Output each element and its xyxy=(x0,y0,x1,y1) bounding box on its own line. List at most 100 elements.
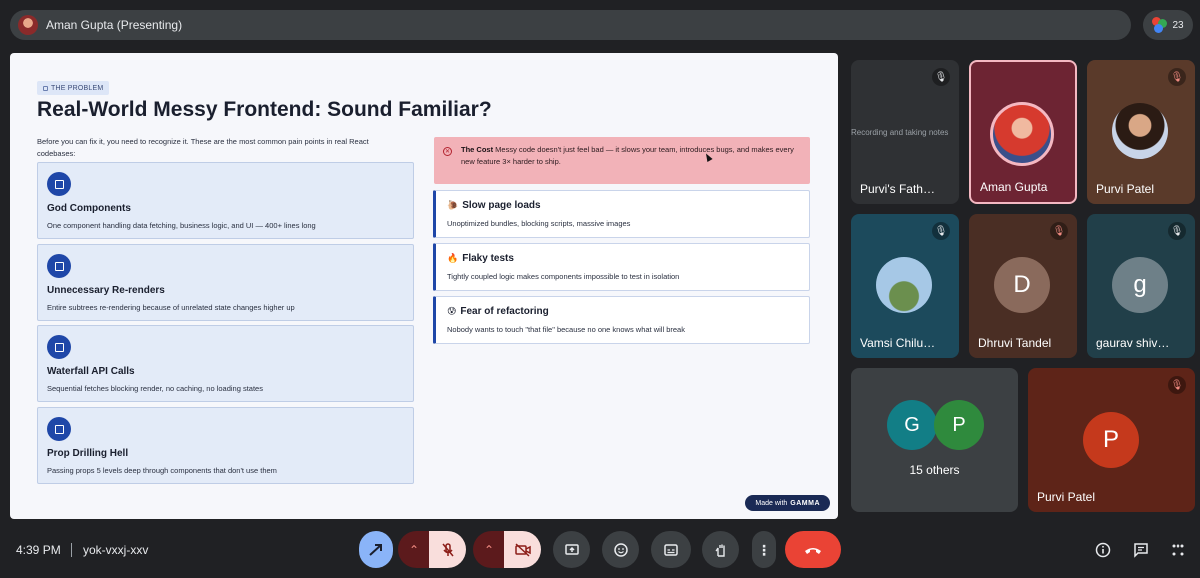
card-title: Unnecessary Re-renders xyxy=(47,285,165,296)
participant-name: Aman Gupta xyxy=(980,180,1048,194)
clock: 4:39 PM xyxy=(16,543,61,557)
participant-name: Purvi's Fath… xyxy=(860,182,935,196)
pain-desc: Nobody wants to touch "that file" becaus… xyxy=(447,325,685,334)
card-title: Waterfall API Calls xyxy=(47,366,135,377)
avatar xyxy=(1112,103,1168,159)
participant-name: gaurav shiv… xyxy=(1096,336,1170,350)
avatar: G xyxy=(887,400,937,450)
pain-point: 🐌 Slow page loads Unoptimized bundles, bl… xyxy=(433,190,810,238)
slide-intro: Before you can fix it, you need to recog… xyxy=(37,137,369,158)
captions-icon xyxy=(664,543,678,556)
emoji-icon xyxy=(613,542,628,557)
chat-icon xyxy=(1134,543,1148,558)
mic-toggle-button[interactable] xyxy=(429,531,466,568)
pain-title: Flaky tests xyxy=(462,253,514,264)
participant-tile-purvi-father[interactable]: 🎙 Recording and taking notes Purvi's Fat… xyxy=(851,60,959,204)
made-with-badge[interactable]: Made with GAMMA xyxy=(745,495,830,511)
mic-off-icon: 🎙 xyxy=(932,68,950,86)
participants-button[interactable]: 23 xyxy=(1143,10,1193,40)
presenter-bar[interactable]: Aman Gupta (Presenting) xyxy=(10,10,1131,40)
pain-card: Unnecessary Re-renders Entire subtrees r… xyxy=(37,244,414,321)
pain-title: Fear of refactoring xyxy=(460,306,549,317)
activities-button[interactable] xyxy=(1166,538,1190,562)
participant-tile-gaurav[interactable]: 🎙 g gaurav shiv… xyxy=(1087,214,1195,358)
slide-tag: THE PROBLEM xyxy=(37,81,110,95)
meeting-details-button[interactable] xyxy=(1091,538,1115,562)
participant-name: Vamsi Chilu… xyxy=(860,336,936,350)
tag-icon xyxy=(43,85,48,91)
callout-strong: The Cost xyxy=(461,145,494,154)
present-screen-icon xyxy=(564,543,579,555)
reactions-button[interactable] xyxy=(602,531,639,568)
mic-off-icon: 🎙 xyxy=(1168,376,1186,394)
pain-card: God Components One component handling da… xyxy=(37,162,414,239)
pain-desc: Unoptimized bundles, blocking scripts, m… xyxy=(447,219,631,228)
participant-tile-purvi-patel[interactable]: 🎙 Purvi Patel xyxy=(1087,60,1195,204)
card-icon xyxy=(47,254,71,278)
avatar xyxy=(990,102,1054,166)
anxious-face-icon: 😰 xyxy=(447,306,457,316)
screen-share-preview: Recording and taking notes xyxy=(851,128,949,137)
chevron-up-icon: ⌃ xyxy=(483,542,495,557)
camera-options-caret[interactable]: ⌃ xyxy=(473,531,505,568)
pain-card: Waterfall API Calls Sequential fetches b… xyxy=(37,325,414,402)
pain-title: Slow page loads xyxy=(462,200,541,211)
chat-button[interactable] xyxy=(1129,538,1153,562)
snail-icon: 🐌 xyxy=(447,200,459,210)
participants-count: 23 xyxy=(1172,19,1184,31)
presenter-avatar xyxy=(18,15,38,35)
participant-name: Purvi Patel xyxy=(1096,182,1155,196)
avatar xyxy=(876,257,932,313)
card-icon xyxy=(47,335,71,359)
card-desc: Entire subtrees re-rendering because of … xyxy=(47,303,295,312)
mic-off-icon: 🎙 xyxy=(1168,68,1186,86)
mic-off-icon: 🎙 xyxy=(932,222,950,240)
participant-tile-aman[interactable]: Aman Gupta xyxy=(969,60,1077,204)
participant-tile-dhruvi[interactable]: 🎙 D Dhruvi Tandel xyxy=(969,214,1077,358)
captions-button[interactable] xyxy=(651,531,691,568)
raise-hand-button[interactable] xyxy=(702,531,739,568)
presenter-label: Aman Gupta (Presenting) xyxy=(46,18,183,32)
mic-off-icon: 🎙 xyxy=(1050,222,1068,240)
avatar: D xyxy=(994,257,1050,313)
more-vert-icon: ⋮ xyxy=(757,541,771,558)
avatar: P xyxy=(934,400,984,450)
gamma-logo: GAMMA xyxy=(790,499,820,507)
divider xyxy=(71,543,72,557)
card-title: God Components xyxy=(47,203,131,214)
others-tile[interactable]: G P 15 others xyxy=(851,368,1018,512)
leave-call-button[interactable] xyxy=(785,531,841,568)
card-title: Prop Drilling Hell xyxy=(47,448,129,459)
mic-options-caret[interactable]: ⌃ xyxy=(398,531,430,568)
pain-point: 😰 Fear of refactoring Nobody wants to tou… xyxy=(433,296,810,344)
card-desc: Passing props 5 levels deep through comp… xyxy=(47,466,277,475)
mic-off-icon xyxy=(441,542,454,556)
pain-desc: Tightly coupled logic makes components i… xyxy=(447,272,680,281)
hand-icon xyxy=(714,544,725,557)
camera-off-icon xyxy=(514,542,531,557)
participant-tile-purvi-patel-2[interactable]: 🎙 P Purvi Patel xyxy=(1028,368,1195,512)
participant-tile-vamsi[interactable]: 🎙 Vamsi Chilu… xyxy=(851,214,959,358)
shared-slide: THE PROBLEM Real-World Messy Frontend: S… xyxy=(10,53,838,519)
cost-callout: ✕ The Cost Messy code doesn't just feel … xyxy=(434,137,810,184)
fire-icon: 🔥 xyxy=(447,253,459,263)
card-icon xyxy=(47,417,71,441)
card-desc: One component handling data fetching, bu… xyxy=(47,221,316,230)
callout-text: Messy code doesn't just feel bad — it sl… xyxy=(461,145,794,166)
card-icon xyxy=(47,172,71,196)
chevron-up-icon: ⌃ xyxy=(408,542,420,557)
avatar: P xyxy=(1083,412,1139,468)
pain-card: Prop Drilling Hell Passing props 5 level… xyxy=(37,407,414,484)
card-desc: Sequential fetches blocking render, no c… xyxy=(47,384,263,393)
present-screen-button[interactable] xyxy=(553,531,590,568)
camera-toggle-button[interactable] xyxy=(504,531,541,568)
info-icon xyxy=(1095,542,1111,558)
presenting-button[interactable] xyxy=(359,531,393,568)
end-call-icon xyxy=(805,547,821,554)
present-arrow-icon xyxy=(369,543,382,556)
close-circle-icon: ✕ xyxy=(443,147,452,156)
more-options-button[interactable]: ⋮ xyxy=(752,531,776,568)
mic-off-icon: 🎙 xyxy=(1168,222,1186,240)
others-label: 15 others xyxy=(909,463,960,477)
participants-avatars-icon xyxy=(1152,17,1168,33)
